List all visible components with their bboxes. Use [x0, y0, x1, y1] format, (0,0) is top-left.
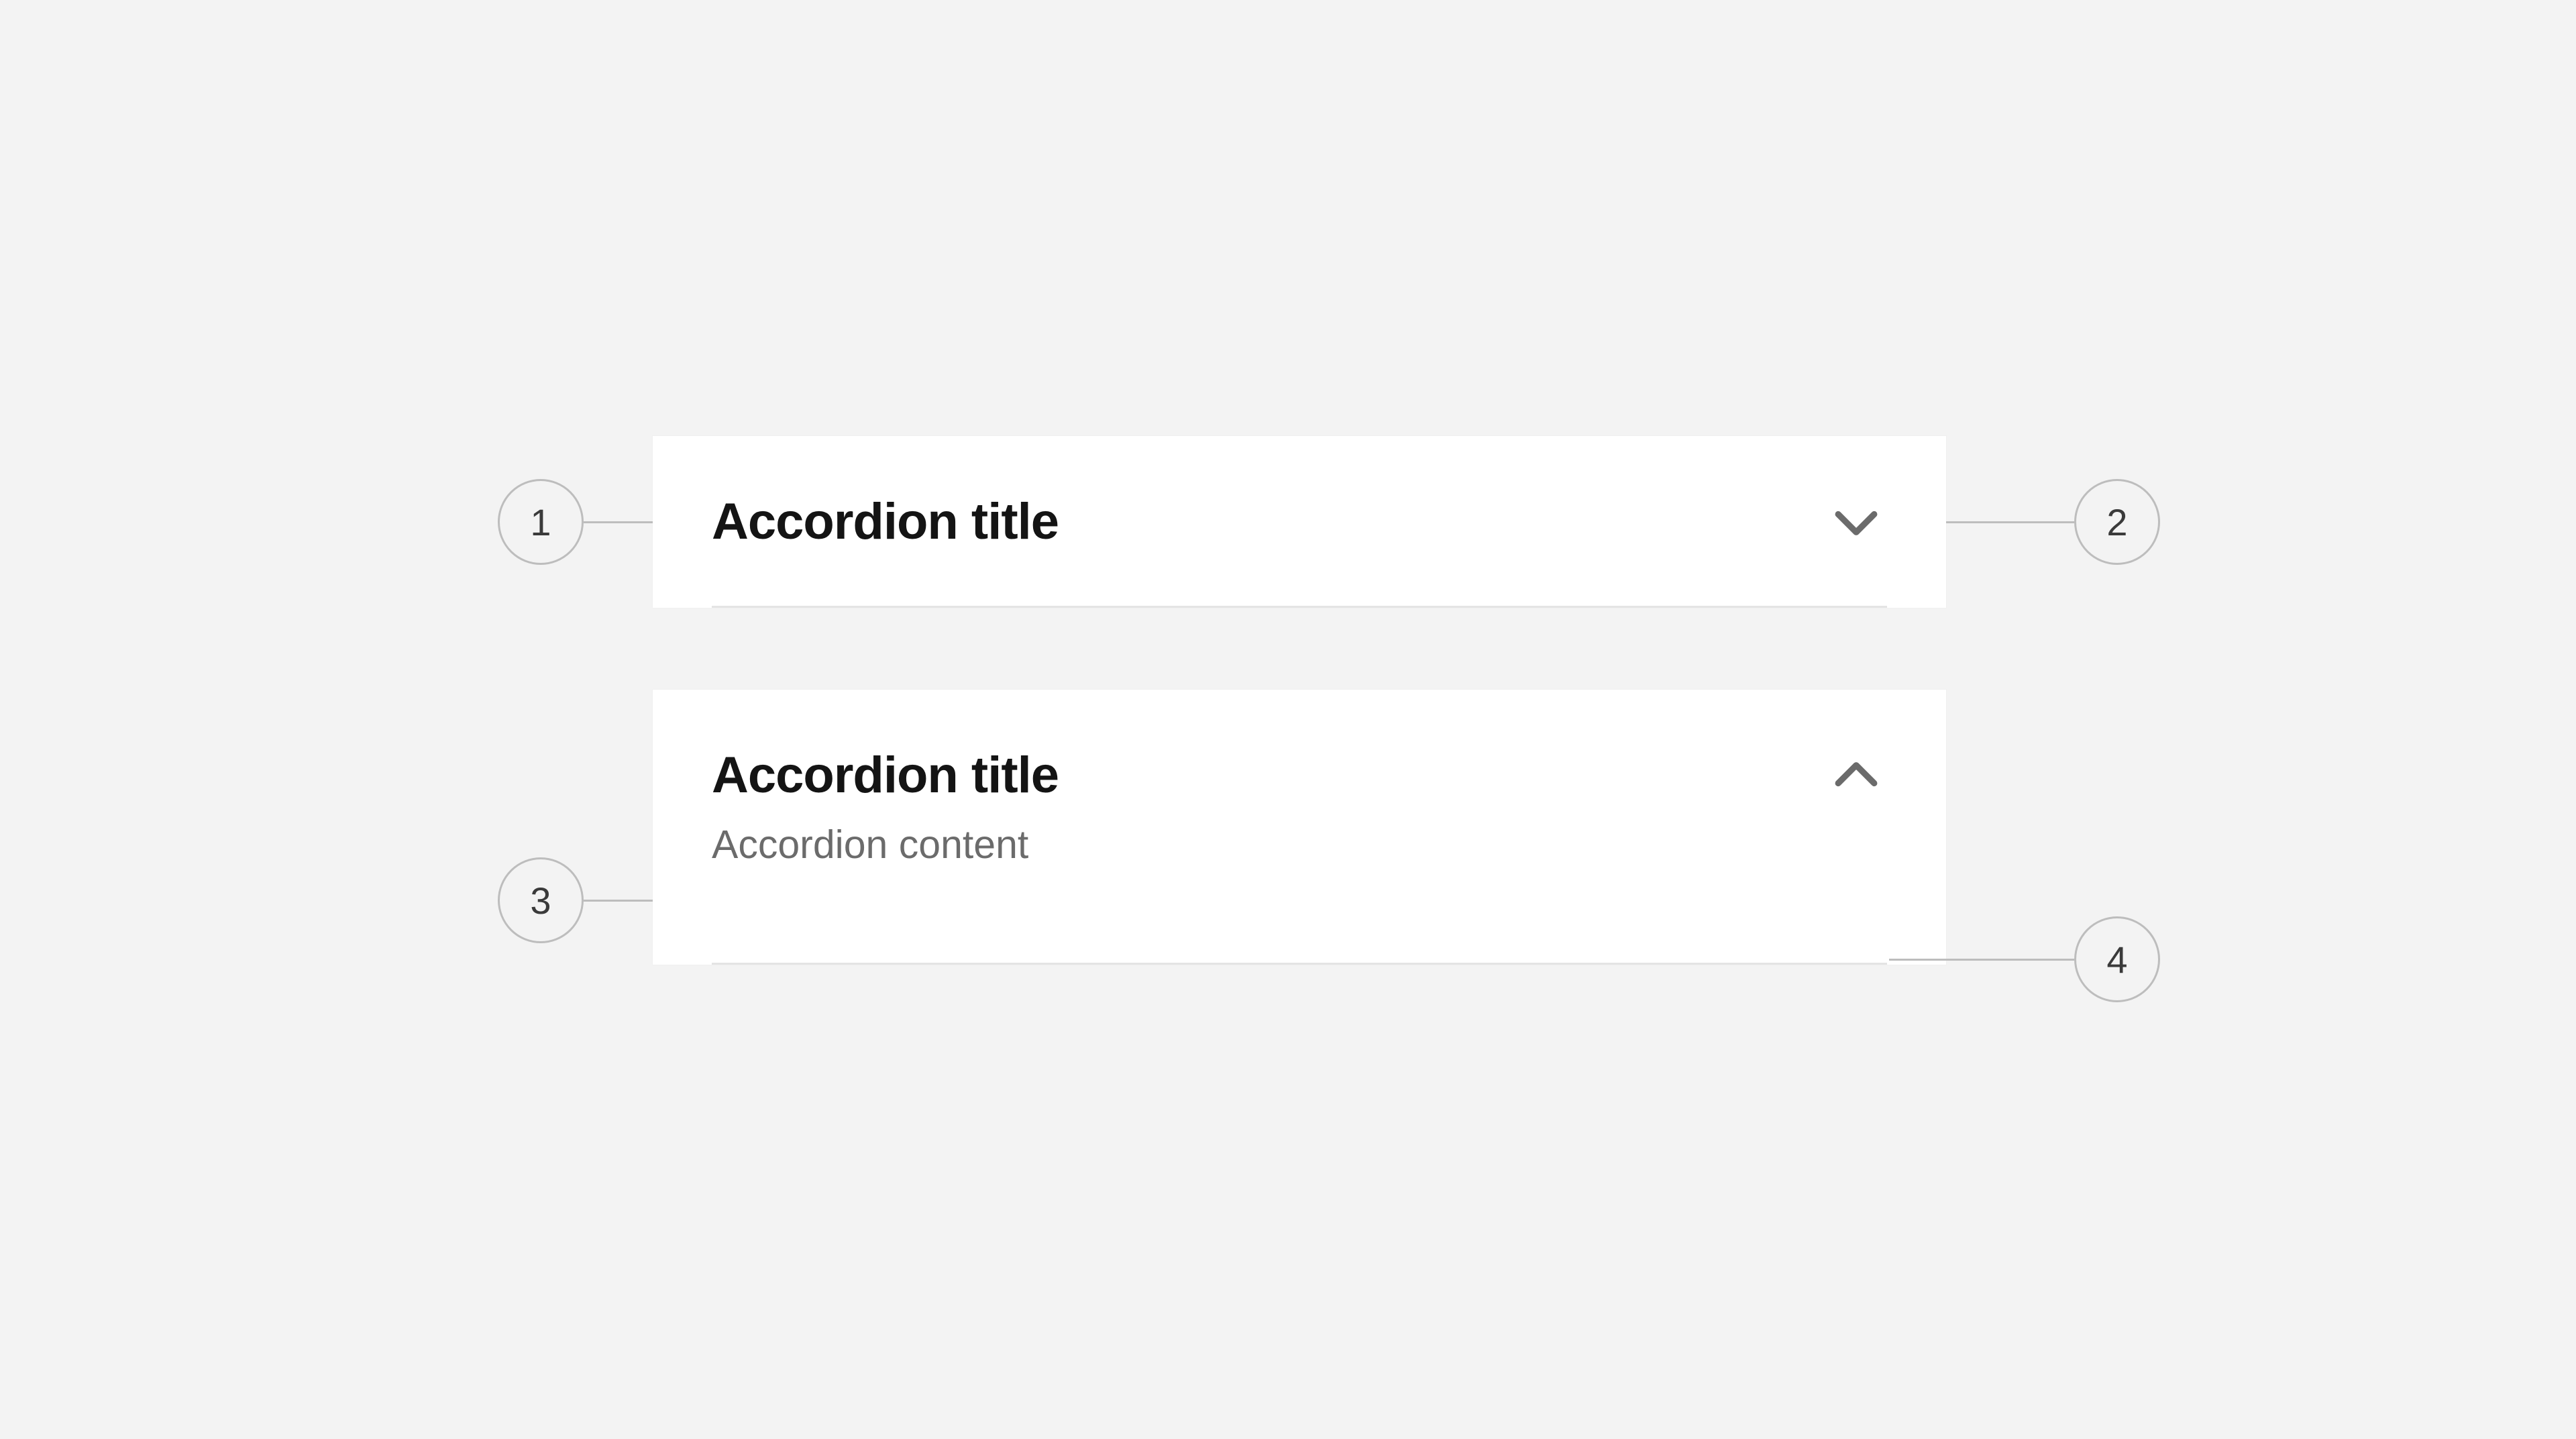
chevron-up-icon — [1825, 745, 1887, 806]
annotation-2: 2 — [1946, 479, 2160, 565]
diagram-stage: Accordion title Accordion title Accordio… — [0, 0, 2576, 1439]
annotation-badge: 2 — [2074, 479, 2160, 565]
annotation-leader-line — [584, 521, 653, 523]
annotation-4: 4 — [1889, 916, 2160, 1002]
accordion-title: Accordion title — [712, 750, 1059, 801]
annotation-1: 1 — [498, 479, 653, 565]
accordion-expanded: Accordion title Accordion content — [653, 690, 1946, 965]
annotation-leader-line — [1946, 521, 2074, 523]
accordion-header[interactable]: Accordion title — [653, 436, 1946, 608]
accordion-content: Accordion content — [653, 821, 1946, 888]
annotation-badge: 4 — [2074, 916, 2160, 1002]
chevron-down-icon — [1825, 491, 1887, 553]
annotation-badge: 1 — [498, 479, 584, 565]
annotation-badge: 3 — [498, 857, 584, 943]
accordion-title: Accordion title — [712, 496, 1059, 547]
annotation-3: 3 — [498, 857, 653, 943]
accordion-divider — [712, 963, 1887, 965]
annotation-leader-line — [1889, 959, 2074, 961]
annotation-leader-line — [584, 900, 653, 902]
accordion-divider — [712, 606, 1887, 608]
accordion-collapsed: Accordion title — [653, 436, 1946, 608]
